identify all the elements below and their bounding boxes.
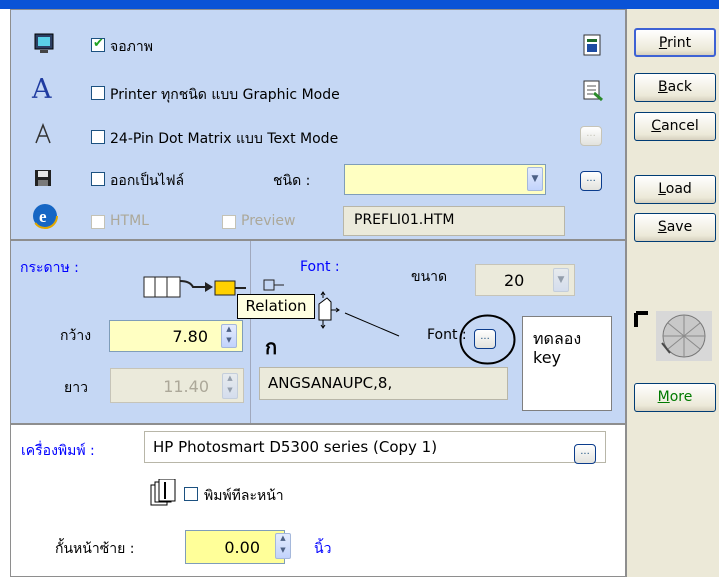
highlight-circle bbox=[459, 314, 516, 365]
spin-up-icon: ▲ bbox=[226, 325, 232, 333]
printer-label: เครื่องพิมพ์ : bbox=[21, 443, 95, 459]
printer-graphic-label: Printer ทุกชนิด แบบ Graphic Mode bbox=[110, 87, 340, 103]
outline-a-icon bbox=[35, 123, 51, 144]
margin-value: 0.00 bbox=[224, 538, 260, 557]
export-file-label: ออกเป็นไฟล์ bbox=[110, 173, 185, 189]
spin-down-icon: ▼ bbox=[227, 386, 233, 394]
font-relation-diagram bbox=[318, 291, 400, 337]
floppy-disk-icon bbox=[35, 170, 51, 186]
per-page-checkbox[interactable] bbox=[184, 487, 198, 501]
height-label: ยาว bbox=[64, 380, 88, 396]
font-value-text: ANGSANAUPC,8, bbox=[268, 374, 393, 392]
save-button[interactable]: Save bbox=[634, 213, 716, 242]
margin-label: กั้นหน้าซ้าย : bbox=[55, 541, 135, 557]
pages-icon bbox=[150, 479, 176, 506]
font-value-field[interactable]: ANGSANAUPC,8, bbox=[259, 367, 508, 400]
printer-head-icon bbox=[263, 279, 284, 291]
file-type-select[interactable] bbox=[344, 164, 546, 195]
dot-matrix-label: 24-Pin Dot Matrix แบบ Text Mode bbox=[110, 131, 339, 147]
printer-select-button[interactable]: ... bbox=[574, 444, 596, 464]
spin-up-icon: ▲ bbox=[227, 374, 233, 382]
spin-up-icon: ▲ bbox=[280, 534, 286, 542]
print-setup-window: ✔ จอภาพ A Printer ทุกชนิด แบบ Graphic Mo… bbox=[0, 0, 719, 577]
height-value: 11.40 bbox=[163, 377, 209, 396]
screen-checkbox[interactable]: ✔ bbox=[91, 36, 105, 52]
size-value: 20 bbox=[504, 271, 525, 290]
export-file-checkbox[interactable] bbox=[91, 172, 105, 186]
filename-text: PREFLI01.HTM bbox=[354, 212, 455, 228]
printer-field[interactable]: HP Photosmart D5300 series (Copy 1) bbox=[144, 431, 606, 463]
preview-checkbox[interactable] bbox=[222, 215, 236, 229]
width-value: 7.80 bbox=[172, 327, 208, 346]
chevron-down-icon[interactable]: ▼ bbox=[553, 268, 569, 292]
monitor-icon bbox=[34, 33, 54, 53]
html-label: HTML bbox=[110, 213, 149, 229]
font-sample-box: ทดลอง key bbox=[522, 316, 612, 411]
paper-title: กระดาษ : bbox=[20, 260, 79, 276]
thai-font-icon: ก bbox=[265, 335, 278, 359]
relation-tooltip: Relation bbox=[237, 294, 315, 319]
chevron-down-icon[interactable]: ▼ bbox=[527, 167, 543, 191]
svg-text:e: e bbox=[39, 207, 47, 226]
paper-roll-diagram bbox=[143, 276, 246, 298]
load-button[interactable]: Load bbox=[634, 175, 716, 204]
spin-down-icon: ▼ bbox=[226, 336, 232, 344]
cancel-button[interactable]: Cancel bbox=[634, 112, 716, 141]
checkmark-icon: ✔ bbox=[93, 36, 104, 51]
printer-value: HP Photosmart D5300 series (Copy 1) bbox=[153, 438, 438, 456]
font-section-title: Font : bbox=[300, 259, 340, 275]
size-label: ขนาด bbox=[411, 269, 448, 285]
title-bar-strip bbox=[0, 0, 719, 9]
page-setup-icon[interactable] bbox=[581, 34, 603, 56]
per-page-label: พิมพ์ทีละหน้า bbox=[204, 488, 284, 504]
internet-explorer-icon: e bbox=[32, 203, 58, 229]
font-a-icon: A bbox=[32, 74, 52, 105]
back-button[interactable]: Back bbox=[634, 73, 716, 102]
width-spinner[interactable]: ▲ ▼ bbox=[221, 324, 237, 348]
html-checkbox[interactable] bbox=[91, 215, 105, 229]
window-left-edge bbox=[0, 9, 10, 577]
preview-label: Preview bbox=[241, 213, 296, 229]
file-options-button[interactable]: ... bbox=[580, 171, 602, 191]
width-label: กว้าง bbox=[60, 328, 92, 344]
more-button[interactable]: More bbox=[634, 383, 716, 412]
print-preview-icon[interactable] bbox=[581, 80, 603, 102]
spin-down-icon: ▼ bbox=[280, 546, 286, 554]
dot-matrix-checkbox[interactable] bbox=[91, 130, 105, 144]
printer-graphic-checkbox[interactable] bbox=[91, 86, 105, 100]
font-sample-text: ทดลอง key bbox=[533, 329, 582, 367]
filename-field[interactable]: PREFLI01.HTM bbox=[343, 206, 565, 236]
margin-unit: นิ้ว bbox=[314, 541, 332, 557]
screen-label: จอภาพ bbox=[110, 39, 153, 55]
aperture-icon bbox=[634, 311, 712, 361]
file-type-label: ชนิด : bbox=[273, 173, 311, 189]
margin-input[interactable]: 0.00 bbox=[185, 530, 285, 564]
margin-spinner[interactable]: ▲ ▼ bbox=[275, 533, 291, 559]
paper-divider bbox=[250, 241, 251, 423]
print-button[interactable]: Print bbox=[634, 28, 716, 57]
height-spinner[interactable]: ▲ ▼ bbox=[222, 373, 238, 399]
dot-matrix-options-button[interactable]: ... bbox=[580, 126, 602, 146]
